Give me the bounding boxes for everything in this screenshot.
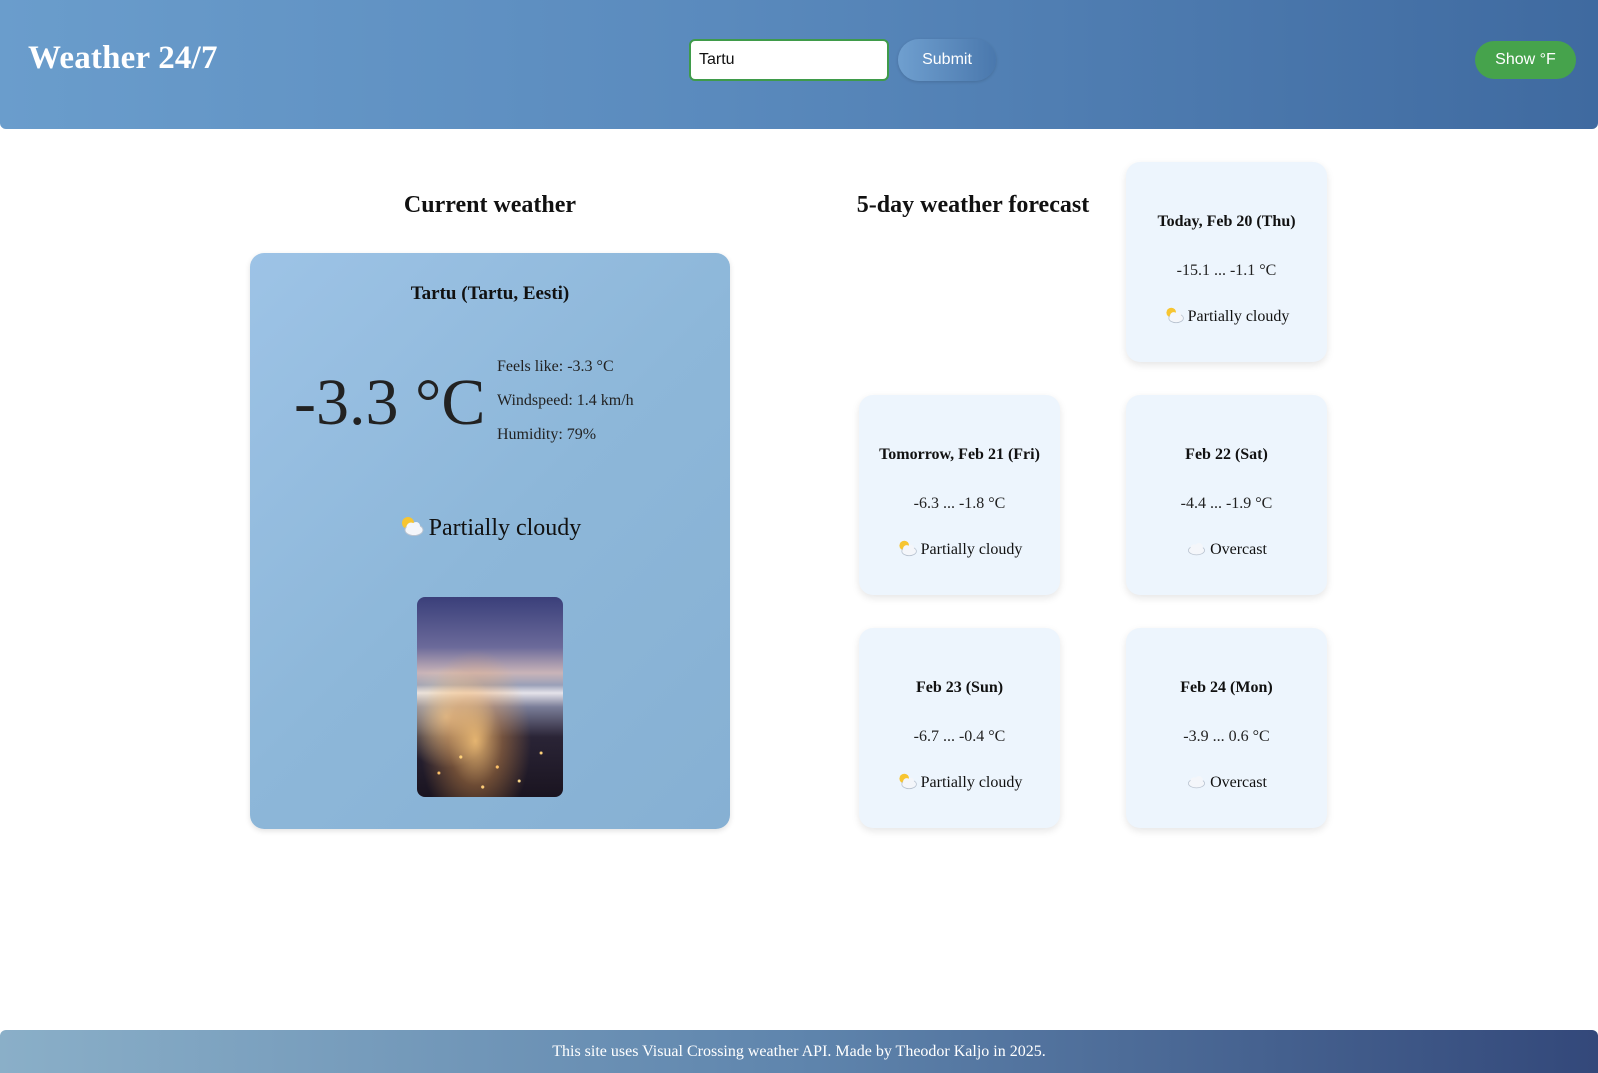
cloud-icon [1186,772,1207,795]
forecast-condition: Partially cloudy [859,772,1060,795]
forecast-temp-range: -15.1 ... -1.1 °C [1176,262,1277,279]
location-label: Tartu (Tartu, Eesti) [410,283,570,304]
partly-cloudy-icon [1164,306,1185,329]
forecast-temp-range: -4.4 ... -1.9 °C [1180,495,1273,512]
forecast-condition-label: Partially cloudy [920,774,1023,791]
feels-like-label: Feels like: -3.3 °C [497,358,614,375]
forecast-heading: 5-day weather forecast [856,192,1090,218]
weather-details: Feels like: -3.3 °C Windspeed: 1.4 km/h … [497,357,634,459]
forecast-temp-range: -6.3 ... -1.8 °C [913,495,1006,512]
night-clouds-city-lights-photo [417,597,563,797]
forecast-condition: Overcast [1126,539,1327,562]
forecast-temp-range: -6.7 ... -0.4 °C [913,728,1006,745]
forecast-condition-label: Overcast [1210,541,1267,558]
city-search-input[interactable] [689,39,889,81]
forecast-date: Today, Feb 20 (Thu) [1157,213,1296,230]
forecast-date: Feb 24 (Mon) [1180,679,1273,696]
forecast-condition-label: Partially cloudy [1187,308,1290,325]
current-weather-heading: Current weather [403,192,577,218]
forecast-condition-label: Overcast [1210,774,1267,791]
forecast-card: Feb 24 (Mon) -3.9 ... 0.6 °C Overcast [1126,628,1327,828]
forecast-card: Tomorrow, Feb 21 (Fri) -6.3 ... -1.8 °C … [859,395,1060,595]
footer: This site uses Visual Crossing weather A… [0,1030,1598,1073]
current-weather-card: Tartu (Tartu, Eesti) -3.3 °C Feels like:… [250,253,730,829]
current-condition: Partially cloudy [250,515,730,544]
forecast-condition: Overcast [1126,772,1327,795]
partly-cloudy-icon [897,539,918,562]
partly-cloudy-icon [399,515,425,544]
current-temperature: -3.3 °C [294,366,486,439]
forecast-condition: Partially cloudy [859,539,1060,562]
forecast-condition: Partially cloudy [1126,306,1327,329]
forecast-card: Today, Feb 20 (Thu) -15.1 ... -1.1 °C Pa… [1126,162,1327,362]
header-bar: Weather 24/7 Submit Show °F [0,0,1598,129]
submit-button[interactable]: Submit [898,39,996,81]
footer-text: This site uses Visual Crossing weather A… [552,1043,1046,1060]
humidity-label: Humidity: 79% [497,426,597,443]
forecast-temp-range: -3.9 ... 0.6 °C [1183,728,1270,745]
app-title: Weather 24/7 [28,40,218,76]
windspeed-label: Windspeed: 1.4 km/h [497,392,634,409]
forecast-condition-label: Partially cloudy [920,541,1023,558]
forecast-date: Feb 22 (Sat) [1185,446,1268,463]
forecast-date: Feb 23 (Sun) [915,679,1004,696]
current-condition-label: Partially cloudy [428,515,582,542]
forecast-card: Feb 23 (Sun) -6.7 ... -0.4 °C Partially … [859,628,1060,828]
partly-cloudy-icon [897,772,918,795]
unit-toggle-button[interactable]: Show °F [1475,41,1576,79]
forecast-card: Feb 22 (Sat) -4.4 ... -1.9 °C Overcast [1126,395,1327,595]
forecast-date: Tomorrow, Feb 21 (Fri) [879,446,1040,463]
cloud-icon [1186,539,1207,562]
